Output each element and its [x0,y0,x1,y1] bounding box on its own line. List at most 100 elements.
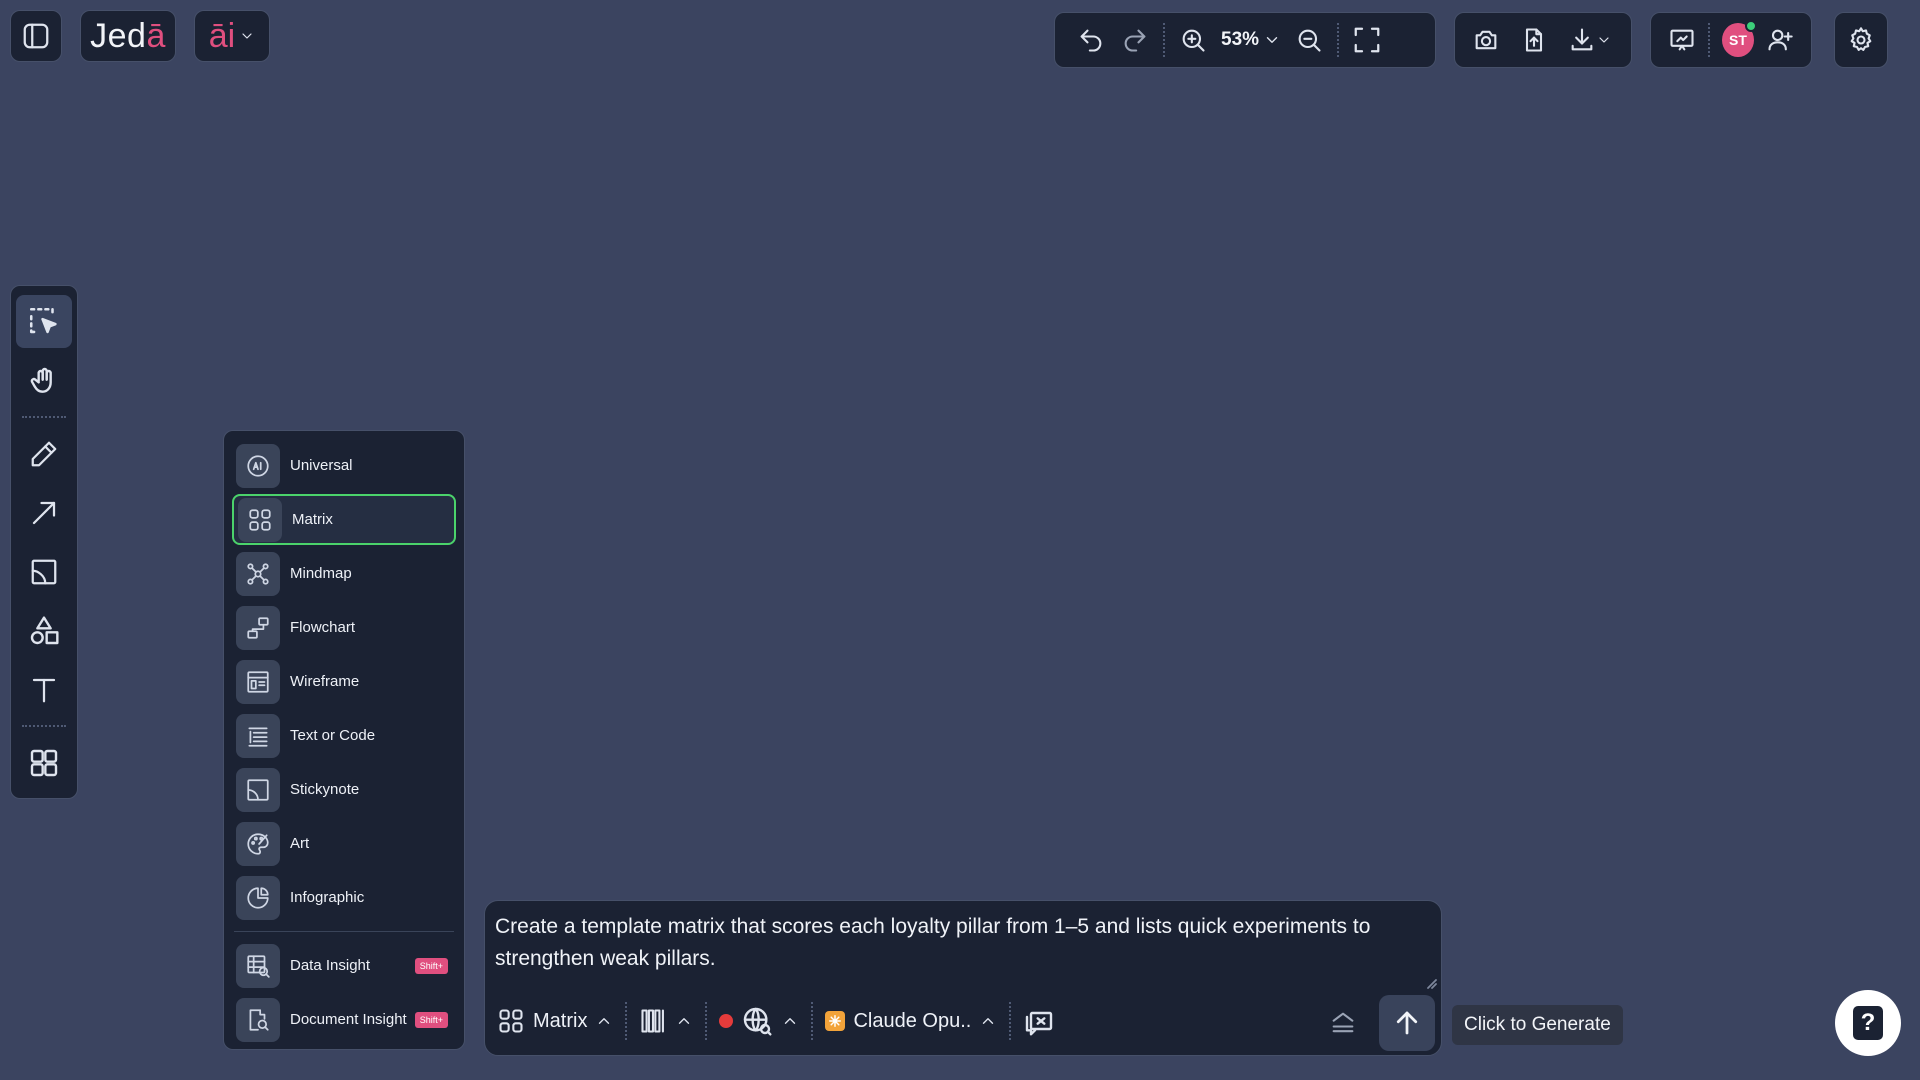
gear-icon [1850,27,1872,51]
generate-button[interactable] [1379,995,1435,1051]
mode-item-matrix[interactable]: Matrix [232,494,456,545]
zoom-out-icon [1298,29,1321,52]
download-icon [1571,28,1593,51]
mode-label: Matrix [292,511,333,528]
settings-button[interactable] [1834,12,1888,68]
image-tool[interactable] [16,545,72,598]
templates-tool[interactable] [16,736,72,789]
rail-divider [22,725,66,727]
ai-label: āi [208,16,236,55]
collaboration-toolbar: ST [1650,12,1812,68]
prompt-input[interactable]: Create a template matrix that scores eac… [495,911,1405,979]
shapes-icon [30,615,59,644]
arrow-icon [32,501,56,524]
sidebar-toggle-button[interactable] [10,10,62,62]
generation-mode-menu: Universal Matrix Mindmap Flowchart Wiref… [223,430,465,1050]
mode-item-flowchart[interactable]: Flowchart [232,602,456,653]
prompt-composer: Create a template matrix that scores eac… [484,900,1442,1056]
mode-label: Data Insight [290,957,371,974]
generate-tooltip: Click to Generate [1452,1005,1623,1045]
pie-chart-icon [247,886,269,909]
mode-label: Document Insight [290,1011,407,1028]
help-icon: ? [1853,1006,1883,1040]
undo-icon [1080,29,1102,52]
mode-item-mindmap[interactable]: Mindmap [232,548,456,599]
shortcut-badge: Shift+ [414,957,448,974]
chevron-up-icon [785,1018,796,1024]
rail-divider [22,416,66,418]
mode-item-universal[interactable]: Universal [232,440,456,491]
flowchart-icon [247,616,269,639]
jeda-logo[interactable]: Jed ā [80,10,176,62]
help-button[interactable]: ? [1835,990,1901,1056]
ai-circle-icon [247,454,269,477]
zoom-out-button[interactable] [1287,18,1331,62]
user-initials: ST [1729,32,1747,48]
mode-item-text-or-code[interactable]: Text or Code [232,710,456,761]
model-selector[interactable]: Claude Opu.. [813,1010,1009,1033]
toolbar-divider [1708,23,1711,57]
fullscreen-icon [1354,27,1380,53]
sidebar-panel-icon [23,23,49,49]
mode-label: Infographic [290,889,365,906]
presentation-icon [1669,29,1694,51]
upload-button[interactable] [1513,18,1555,62]
chevron-down-icon [1266,37,1278,43]
select-tool[interactable] [16,295,72,348]
mode-item-data-insight[interactable]: Data Insight Shift+ [232,940,456,991]
columns-icon [641,1009,665,1033]
zoom-in-icon [1182,29,1205,52]
wireframe-icon [247,670,269,693]
hand-tool[interactable] [16,354,72,407]
chevron-down-icon [242,33,252,39]
text-lines-icon [248,727,268,747]
logo-text: Jed [90,16,147,55]
export-toolbar [1454,12,1632,68]
user-avatar[interactable]: ST [1722,20,1757,57]
model-label: Claude Opu.. [853,1009,972,1032]
zoom-in-button[interactable] [1171,18,1215,62]
grid-icon [30,749,58,776]
undo-button[interactable] [1069,18,1113,62]
mode-item-stickynote[interactable]: Stickynote [232,764,456,815]
mode-label: Stickynote [290,781,360,798]
chevron-up-icon [599,1018,610,1024]
shortcut-badge: Shift+ [414,1011,448,1028]
resize-grip-icon[interactable] [1425,977,1437,989]
ai-menu-button[interactable]: āi [194,10,270,62]
mode-label: Universal [290,457,353,474]
layout-selector[interactable] [627,1007,705,1035]
pen-tool[interactable] [16,427,72,480]
mode-selector[interactable]: Matrix [493,1007,625,1035]
clear-chat-button[interactable] [1011,1005,1067,1037]
record-indicator [719,1014,734,1028]
redo-button[interactable] [1113,18,1157,62]
shapes-tool[interactable] [16,604,72,657]
palette-icon [247,832,269,855]
web-search-selector[interactable] [707,1005,811,1037]
pencil-icon [31,441,57,466]
text-tool[interactable] [16,663,72,716]
stickynote-icon [247,778,269,801]
mindmap-icon [247,562,269,585]
history-zoom-toolbar: 53% [1054,12,1436,68]
fullscreen-button[interactable] [1345,18,1389,62]
zoom-level-value: 53% [1221,29,1260,50]
file-upload-icon [1525,28,1543,52]
download-button[interactable] [1561,18,1619,62]
arrow-tool[interactable] [16,486,72,539]
invite-user-button[interactable] [1760,18,1801,62]
present-button[interactable] [1661,18,1702,62]
stack-up-icon [1332,1012,1354,1033]
mode-item-art[interactable]: Art [232,818,456,869]
prompt-options-bar: Matrix Claude Opu.. [493,993,1433,1049]
mode-item-wireframe[interactable]: Wireframe [232,656,456,707]
screenshot-button[interactable] [1465,18,1507,62]
expand-options-button[interactable] [1323,1003,1363,1043]
zoom-level-dropdown[interactable]: 53% [1215,29,1287,51]
chevron-down-icon [1599,37,1609,43]
mode-item-document-insight[interactable]: Document Insight Shift+ [232,994,456,1045]
grid-icon [499,1009,523,1033]
chat-clear-icon [1026,1011,1053,1036]
mode-item-infographic[interactable]: Infographic [232,872,456,923]
